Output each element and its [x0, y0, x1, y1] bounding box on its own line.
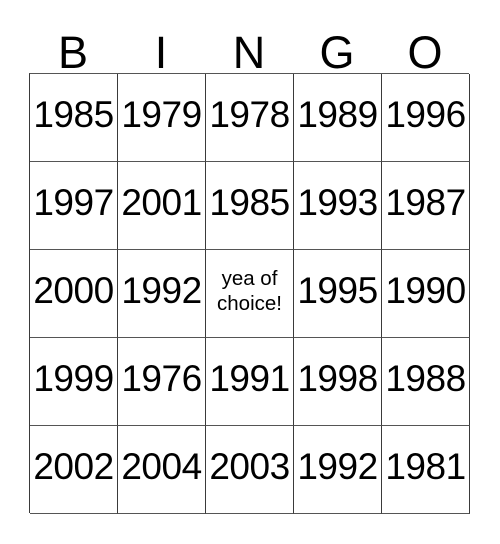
bingo-cell[interactable]: 1996	[382, 74, 470, 162]
header-letter-text: N	[232, 26, 266, 78]
bingo-row: 1999 1976 1991 1998 1988	[30, 338, 470, 426]
bingo-cell[interactable]: 1985	[30, 74, 118, 162]
bingo-cell[interactable]: 1999	[30, 338, 118, 426]
bingo-row: 2002 2004 2003 1992 1981	[30, 426, 470, 514]
bingo-cell[interactable]: 1991	[206, 338, 294, 426]
header-letter-text: B	[57, 26, 88, 78]
bingo-grid: 1985 1979 1978 1989 1996 1997 2001 1985 …	[29, 73, 470, 514]
bingo-cell[interactable]: 2002	[30, 426, 118, 514]
bingo-cell-value: 2003	[209, 446, 290, 487]
bingo-cell-value: 2002	[33, 446, 114, 487]
bingo-cell[interactable]: 1979	[118, 74, 206, 162]
bingo-free-space-line-2: choice!	[217, 291, 282, 315]
bingo-header-letter-o: O	[381, 20, 469, 78]
header-letter-text: O	[407, 26, 443, 78]
bingo-cell[interactable]: 1988	[382, 338, 470, 426]
bingo-cell[interactable]: 1987	[382, 162, 470, 250]
bingo-row: 2000 1992 yea of choice! 1995 1990	[30, 250, 470, 338]
bingo-cell[interactable]: 1978	[206, 74, 294, 162]
bingo-cell-value: 1997	[33, 182, 114, 223]
bingo-cell[interactable]: 1990	[382, 250, 470, 338]
bingo-header-letter-n: N	[205, 20, 293, 78]
bingo-cell-value: 2000	[33, 270, 114, 311]
bingo-cell[interactable]: 2001	[118, 162, 206, 250]
bingo-cell[interactable]: 2004	[118, 426, 206, 514]
bingo-cell-value: 1985	[33, 94, 114, 135]
bingo-cell-value: 2004	[121, 446, 202, 487]
bingo-cell[interactable]: 1981	[382, 426, 470, 514]
bingo-cell-value: 1989	[297, 94, 378, 135]
bingo-cell-value: 1995	[297, 270, 378, 311]
bingo-cell[interactable]: 1993	[294, 162, 382, 250]
bingo-cell-value: 1981	[385, 446, 466, 487]
bingo-cell-value: 1978	[209, 94, 290, 135]
bingo-row: 1997 2001 1985 1993 1987	[30, 162, 470, 250]
bingo-cell-value: 1987	[385, 182, 466, 223]
bingo-header-row: B I N G O	[29, 20, 469, 78]
bingo-cell-value: 1979	[121, 94, 202, 135]
bingo-cell-value: 1999	[33, 358, 114, 399]
bingo-cell-value: 1991	[209, 358, 290, 399]
bingo-cell[interactable]: 1995	[294, 250, 382, 338]
header-letter-text: I	[154, 26, 168, 78]
bingo-cell[interactable]: 2003	[206, 426, 294, 514]
bingo-cell[interactable]: 1992	[294, 426, 382, 514]
bingo-cell-value: 1992	[297, 446, 378, 487]
bingo-cell-value: 1996	[385, 94, 466, 135]
bingo-card: B I N G O 1985 1979 1978 1989 1996 1997 …	[0, 0, 500, 544]
bingo-row: 1985 1979 1978 1989 1996	[30, 74, 470, 162]
bingo-header-letter-g: G	[293, 20, 381, 78]
bingo-cell-value: 1990	[385, 270, 466, 311]
bingo-cell-value: 1988	[385, 358, 466, 399]
header-letter-text: G	[319, 26, 355, 78]
bingo-cell-value: 2001	[121, 182, 202, 223]
bingo-cell-value: 1993	[297, 182, 378, 223]
bingo-free-space-cell[interactable]: yea of choice!	[206, 250, 294, 338]
bingo-free-space-text: yea of choice!	[217, 267, 282, 315]
bingo-cell-value: 1998	[297, 358, 378, 399]
bingo-cell[interactable]: 1998	[294, 338, 382, 426]
bingo-cell[interactable]: 1989	[294, 74, 382, 162]
bingo-header-letter-b: B	[29, 20, 117, 78]
bingo-cell[interactable]: 1992	[118, 250, 206, 338]
bingo-free-space-line-1: yea of	[221, 267, 278, 291]
bingo-cell-value: 1976	[121, 358, 202, 399]
bingo-cell[interactable]: 1976	[118, 338, 206, 426]
bingo-cell[interactable]: 2000	[30, 250, 118, 338]
bingo-cell-value: 1985	[209, 182, 290, 223]
bingo-cell[interactable]: 1985	[206, 162, 294, 250]
bingo-cell-value: 1992	[121, 270, 202, 311]
bingo-header-letter-i: I	[117, 20, 205, 78]
bingo-cell[interactable]: 1997	[30, 162, 118, 250]
